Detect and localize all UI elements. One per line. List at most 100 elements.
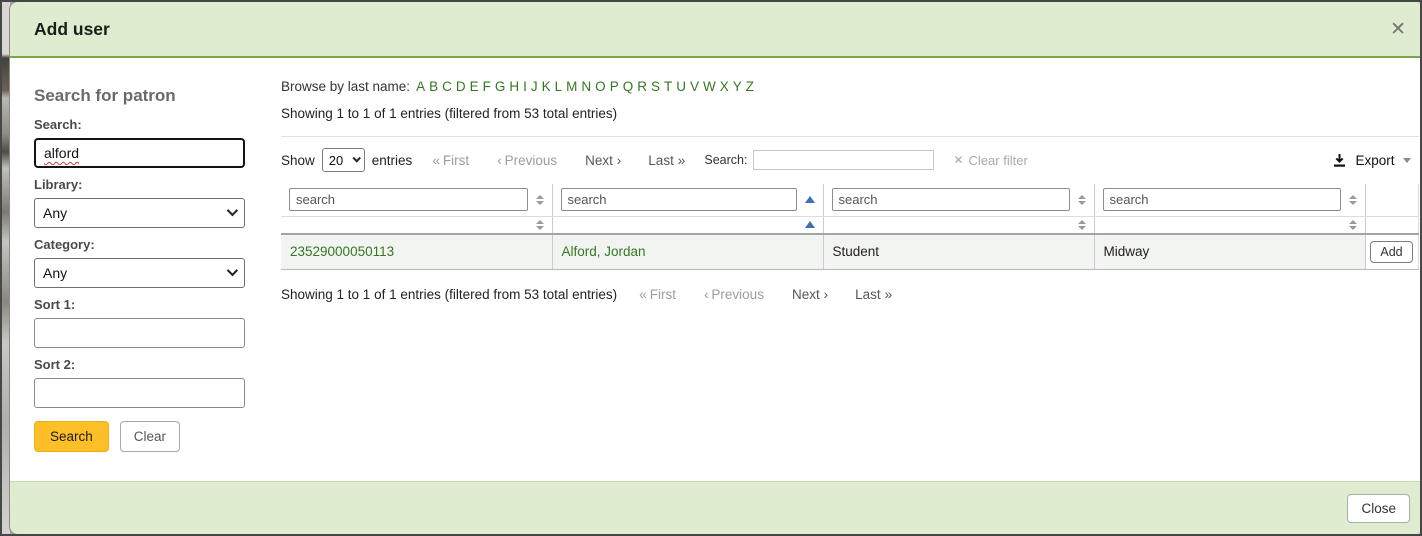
export-label: Export [1355, 153, 1394, 168]
search-label: Search: [34, 117, 246, 132]
page-size-select[interactable]: 20 [322, 148, 365, 172]
sort-icon[interactable] [1349, 220, 1357, 230]
clear-button[interactable]: Clear [120, 421, 180, 452]
caret-down-icon [1403, 158, 1411, 163]
browse-letter-e[interactable]: E [470, 79, 479, 94]
browse-letter-v[interactable]: V [690, 79, 699, 94]
name-filter-input[interactable] [561, 188, 797, 211]
table-search-label: Search: [704, 153, 747, 167]
add-user-modal: Add user ✕ Search for patron Search: alf… [10, 2, 1422, 534]
table-footer-info: Showing 1 to 1 of 1 entries (filtered fr… [281, 286, 1419, 302]
pagination-previous[interactable]: ‹ Previous [497, 152, 557, 168]
double-chevron-left-icon: « [432, 152, 439, 168]
browse-letter-q[interactable]: Q [623, 79, 634, 94]
pagination-first[interactable]: « First [639, 286, 676, 302]
add-patron-button[interactable]: Add [1370, 241, 1412, 263]
pagination-last[interactable]: Last » [648, 152, 684, 168]
sort2-input[interactable] [34, 378, 245, 408]
pagination-next[interactable]: Next › [792, 286, 827, 302]
sort-icon[interactable] [1349, 195, 1357, 205]
browse-letter-z[interactable]: Z [746, 79, 754, 94]
category-select-wrap: Any [34, 258, 245, 288]
chevron-left-icon: ‹ [704, 286, 708, 302]
sort-icon[interactable] [536, 195, 544, 205]
search-button[interactable]: Search [34, 421, 109, 452]
export-button[interactable]: Export [1332, 153, 1410, 168]
double-chevron-right-icon: » [678, 152, 685, 168]
browse-letter-d[interactable]: D [456, 79, 466, 94]
show-entries-group: Show 20 entries [281, 148, 412, 172]
modal-title: Add user [34, 19, 110, 40]
modal-footer: Close [10, 481, 1422, 534]
library-select[interactable]: Any [34, 198, 245, 228]
close-icon[interactable]: ✕ [1390, 20, 1406, 39]
sidebar-buttons: Search Clear [34, 421, 246, 452]
download-icon [1332, 153, 1347, 168]
browse-letter-j[interactable]: J [531, 79, 538, 94]
page-size-select-wrap: 20 [322, 148, 365, 172]
cardnumber-link[interactable]: 23529000050113 [290, 244, 394, 259]
sort-icon[interactable] [536, 220, 544, 230]
sort-icon[interactable] [1078, 220, 1086, 230]
browse-letter-g[interactable]: G [495, 79, 506, 94]
pagination-previous[interactable]: ‹ Previous [704, 286, 764, 302]
pagination-next[interactable]: Next › [585, 152, 620, 168]
entries-label: entries [372, 153, 413, 168]
browse-letter-b[interactable]: B [429, 79, 438, 94]
sort-icon[interactable] [1078, 195, 1086, 205]
pagination-first[interactable]: « First [432, 152, 469, 168]
close-button[interactable]: Close [1347, 494, 1410, 523]
browse-letter-i[interactable]: I [523, 79, 527, 94]
clear-filter-button[interactable]: ✕ Clear filter [953, 153, 1027, 168]
browse-letter-r[interactable]: R [637, 79, 647, 94]
browse-letter-c[interactable]: C [442, 79, 452, 94]
patron-row: 23529000050113 Alford, Jordan Student Mi… [281, 234, 1418, 270]
browse-letter-w[interactable]: W [703, 79, 716, 94]
browse-letter-s[interactable]: S [651, 79, 660, 94]
sort-asc-icon[interactable] [805, 196, 815, 203]
column-filter-row [281, 184, 1418, 217]
browse-letter-u[interactable]: U [676, 79, 686, 94]
pagination-last[interactable]: Last » [855, 286, 891, 302]
library-filter-input[interactable] [1103, 188, 1341, 211]
browse-letter-k[interactable]: K [542, 79, 551, 94]
library-label: Library: [34, 177, 246, 192]
sort-asc-icon[interactable] [805, 221, 815, 228]
sort1-input[interactable] [34, 318, 245, 348]
cardnumber-filter-input[interactable] [289, 188, 528, 211]
category-filter-input[interactable] [832, 188, 1070, 211]
browse-letter-y[interactable]: Y [733, 79, 742, 94]
table-search-input[interactable] [753, 150, 934, 170]
category-label: Category: [34, 237, 246, 252]
browse-letter-t[interactable]: T [664, 79, 672, 94]
browse-letter-m[interactable]: M [566, 79, 577, 94]
entries-info-top: Showing 1 to 1 of 1 entries (filtered fr… [281, 106, 1419, 121]
browse-letter-a[interactable]: A [416, 79, 425, 94]
modal-header: Add user ✕ [10, 2, 1422, 58]
browse-letter-x[interactable]: X [720, 79, 729, 94]
patron-name-link[interactable]: Alford, Jordan [562, 244, 646, 259]
pagination-bottom: « First ‹ Previous Next › Last » [639, 286, 891, 302]
results-panel: Browse by last name:ABCDEFGHIJKLMNOPQRST… [246, 58, 1422, 479]
browse-letters: ABCDEFGHIJKLMNOPQRSTUVWXYZ [412, 79, 754, 94]
show-label: Show [281, 153, 315, 168]
category-select[interactable]: Any [34, 258, 245, 288]
browse-letter-l[interactable]: L [555, 79, 563, 94]
browse-letter-n[interactable]: N [581, 79, 591, 94]
double-chevron-right-icon: » [884, 286, 891, 302]
sidebar-heading: Search for patron [34, 86, 246, 106]
patron-search-input[interactable]: alford [34, 138, 245, 168]
browse-letter-f[interactable]: F [483, 79, 491, 94]
double-chevron-left-icon: « [639, 286, 646, 302]
sort2-label: Sort 2: [34, 357, 246, 372]
patron-search-sidebar: Search for patron Search: alford Library… [10, 58, 246, 479]
patron-search-value: alford [44, 145, 79, 161]
browse-letter-p[interactable]: P [610, 79, 619, 94]
browse-letter-o[interactable]: O [595, 79, 606, 94]
background-page-edge [2, 2, 10, 534]
patron-results-table: 23529000050113 Alford, Jordan Student Mi… [281, 184, 1419, 270]
browse-label: Browse by last name: [281, 79, 410, 94]
browse-letter-h[interactable]: H [509, 79, 519, 94]
sort1-label: Sort 1: [34, 297, 246, 312]
library-select-wrap: Any [34, 198, 245, 228]
